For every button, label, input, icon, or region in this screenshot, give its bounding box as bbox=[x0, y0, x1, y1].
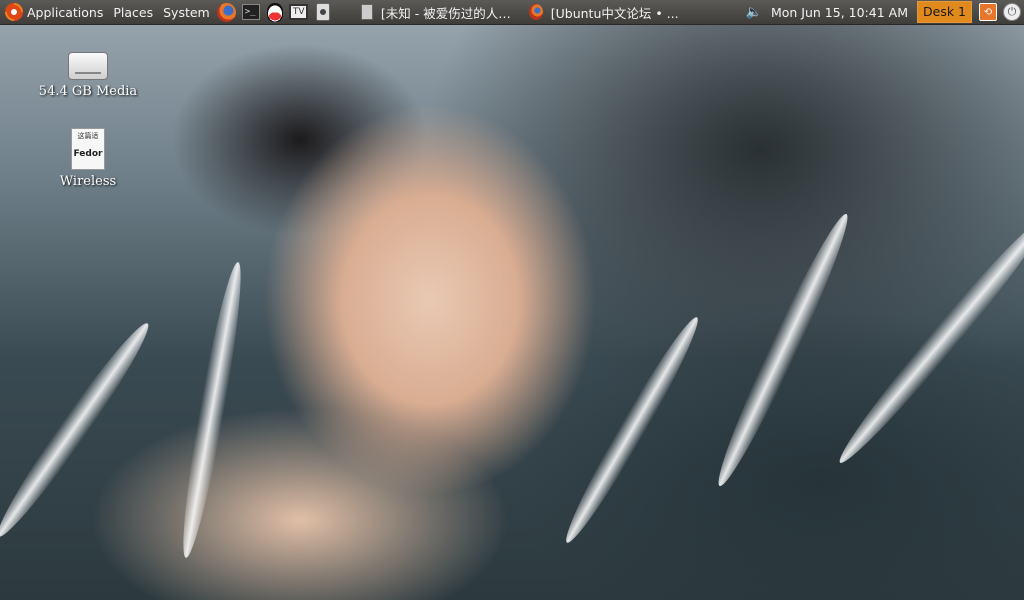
wallpaper-grass bbox=[174, 260, 250, 560]
webcam-icon bbox=[315, 3, 330, 21]
qq-icon bbox=[266, 2, 283, 22]
places-menu-label: Places bbox=[113, 4, 154, 20]
clock[interactable]: Mon Jun 15, 10:41 AM bbox=[766, 0, 913, 24]
wallpaper-grass bbox=[707, 208, 859, 492]
firefox-launcher[interactable] bbox=[217, 2, 237, 22]
top-panel: Applications Places System >_ TV [未知 - 被… bbox=[0, 0, 1024, 25]
taskbar-item-media-player[interactable]: [未知 - 被爱伤过的人… bbox=[355, 0, 517, 24]
update-notifier-icon[interactable]: ⟲ bbox=[979, 3, 997, 21]
document-header-text: 这篇适 bbox=[77, 132, 99, 140]
media-player-icon bbox=[360, 4, 373, 20]
firefox-icon bbox=[528, 4, 543, 20]
wallpaper-grass bbox=[0, 316, 159, 544]
system-menu-label: System bbox=[163, 4, 210, 20]
desktop-icon-wireless[interactable]: 这篇适 Fedor Wireless bbox=[33, 128, 143, 189]
taskbar-item-title: [未知 - 被爱伤过的人… bbox=[380, 5, 511, 21]
terminal-launcher[interactable]: >_ bbox=[241, 2, 261, 22]
taskbar-item-title: [Ubuntu中文论坛 • ... bbox=[550, 5, 679, 21]
clock-label: Mon Jun 15, 10:41 AM bbox=[770, 4, 908, 20]
terminal-icon: >_ bbox=[241, 4, 260, 20]
ubuntu-logo-icon bbox=[5, 3, 23, 21]
system-menu[interactable]: System bbox=[158, 0, 215, 24]
desktop-icon-label: 54.4 GB Media bbox=[38, 84, 138, 99]
desktop-icon-media-drive[interactable]: 54.4 GB Media bbox=[33, 52, 143, 99]
wallpaper-grass bbox=[556, 311, 708, 549]
document-preview-text: Fedor bbox=[73, 149, 103, 159]
places-menu[interactable]: Places bbox=[108, 0, 158, 24]
drive-icon bbox=[68, 52, 108, 80]
firefox-icon bbox=[217, 2, 237, 22]
webcam-launcher[interactable] bbox=[313, 2, 333, 22]
taskbar-item-firefox[interactable]: [Ubuntu中文论坛 • ... bbox=[523, 0, 695, 24]
wallpaper-grass bbox=[830, 209, 1024, 471]
power-icon[interactable]: ⏻ bbox=[1003, 3, 1021, 21]
desktop-icon-label: Wireless bbox=[59, 174, 117, 189]
document-icon: 这篇适 Fedor bbox=[71, 128, 105, 170]
qq-launcher[interactable] bbox=[265, 2, 285, 22]
tv-launcher[interactable]: TV bbox=[289, 2, 309, 22]
tv-icon: TV bbox=[289, 4, 309, 20]
applications-menu[interactable]: Applications bbox=[0, 0, 108, 24]
workspace-switcher[interactable]: Desk 1 bbox=[917, 1, 972, 23]
applications-menu-label: Applications bbox=[27, 4, 104, 20]
volume-icon[interactable]: 🔈 bbox=[746, 5, 762, 20]
